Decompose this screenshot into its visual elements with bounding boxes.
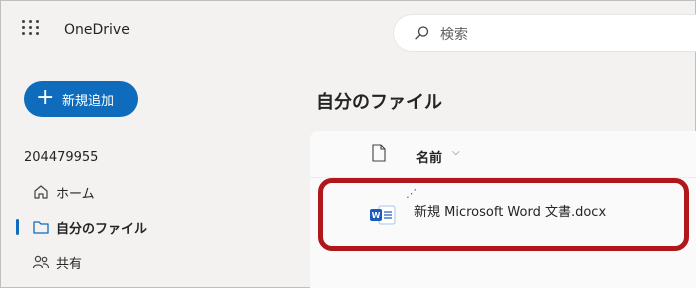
sidebar-item-label: 共有 bbox=[56, 257, 83, 272]
sidebar-item-label: ホーム bbox=[56, 187, 95, 202]
app-title[interactable]: OneDrive bbox=[64, 22, 130, 38]
sidebar-item-home[interactable]: ホーム bbox=[16, 179, 276, 205]
name-column-header[interactable]: 名前 bbox=[416, 147, 442, 166]
file-list-header: 名前 ⌵ bbox=[310, 131, 696, 178]
file-type-icon bbox=[372, 144, 386, 162]
new-button-label: 新規追加 bbox=[62, 94, 115, 109]
sidebar-item-label: 自分のファイル bbox=[56, 222, 148, 237]
sidebar-item-my-files[interactable]: 自分のファイル bbox=[16, 214, 276, 240]
app-launcher-icon[interactable] bbox=[22, 20, 40, 36]
shared-people-icon bbox=[32, 255, 50, 269]
account-id: 204479955 bbox=[24, 150, 99, 165]
search-input[interactable]: 検索 bbox=[394, 15, 696, 51]
folder-icon bbox=[33, 221, 49, 234]
search-placeholder: 検索 bbox=[440, 27, 468, 43]
top-bar: OneDrive 検索 bbox=[0, 0, 696, 60]
chevron-down-icon[interactable]: ⌵ bbox=[452, 147, 460, 158]
home-icon bbox=[34, 185, 48, 199]
plus-icon: + bbox=[36, 85, 55, 110]
search-icon bbox=[415, 26, 429, 40]
active-indicator bbox=[16, 219, 19, 235]
sidebar-item-shared[interactable]: 共有 bbox=[16, 249, 276, 275]
new-button[interactable]: + 新規追加 bbox=[24, 81, 138, 117]
page-title: 自分のファイル bbox=[316, 92, 442, 113]
highlight-annotation bbox=[318, 178, 689, 251]
